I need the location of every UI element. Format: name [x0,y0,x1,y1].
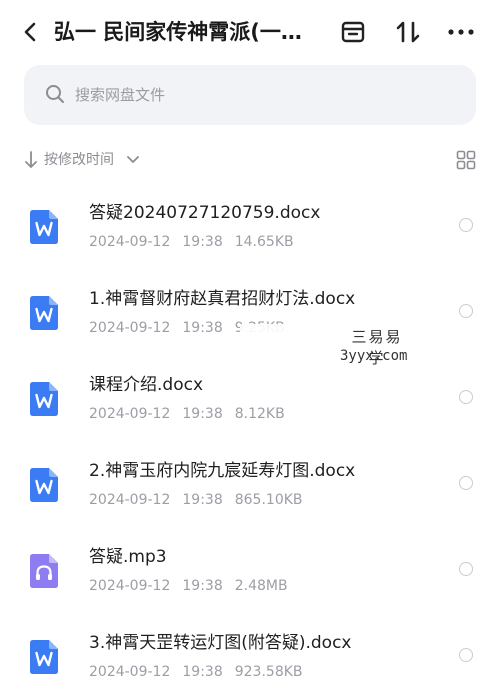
word-doc-icon [30,296,58,330]
chevron-down-icon[interactable] [125,152,141,168]
file-date: 2024-09-12 [89,578,171,594]
file-time: 19:38 [182,492,223,508]
sort-label[interactable]: 按修改时间 [44,149,114,171]
word-doc-icon [30,382,58,416]
search-icon [46,85,64,103]
file-meta: 2024-09-12 19:38 8.12KB [89,404,297,424]
file-time: 19:38 [182,234,223,250]
search-placeholder: 搜索网盘文件 [75,86,166,104]
file-size: 14.65KB [234,234,294,250]
file-name: 答疑.mp3 [89,547,167,567]
file-row[interactable]: 2.神霄玉府内院九宸延寿灯图.docx 2024-09-12 19:38 865.1… [0,436,500,522]
search-bar[interactable]: 搜索网盘文件 [24,65,476,125]
file-meta: 2024-09-12 19:38 923.58KB [89,662,315,682]
file-row[interactable]: 答疑.mp3 2024-09-12 19:38 2.48MB [0,522,500,608]
file-time: 19:38 [182,406,223,422]
watermark-url: 3yyx.com [340,348,408,364]
word-doc-icon [30,468,58,502]
file-name: 课程介绍.docx [89,375,204,395]
file-date: 2024-09-12 [89,320,171,336]
select-radio[interactable] [459,648,473,662]
file-date: 2024-09-12 [89,234,171,250]
file-date: 2024-09-12 [89,664,171,680]
word-doc-icon [30,210,58,244]
word-doc-icon [30,640,58,674]
arrow-down-icon[interactable] [24,150,38,170]
file-size: 865.10KB [234,492,303,508]
file-date: 2024-09-12 [89,406,171,422]
select-radio[interactable] [459,390,473,404]
select-radio[interactable] [459,218,473,232]
select-radio[interactable] [459,476,473,490]
select-radio[interactable] [459,562,473,576]
file-row[interactable]: 3.神霄天罡转运灯图(附答疑).docx 2024-09-12 19:38 923.… [0,608,500,694]
sort-bar: 按修改时间 [24,148,476,172]
file-date: 2024-09-12 [89,492,171,508]
audio-file-icon [30,554,58,588]
file-time: 19:38 [182,664,223,680]
archive-icon[interactable] [338,17,368,47]
page-title: 弘一 民间家传神霄派(一… [54,20,302,44]
file-name: 答疑20240727120759.docx [89,203,321,223]
file-meta: 2024-09-12 19:38 2.48MB [89,576,300,596]
file-name: 2.神霄玉府内院九宸延寿灯图.docx [89,461,356,481]
file-row[interactable]: 答疑20240727120759.docx 2024-09-12 19:38 14.… [0,178,500,264]
file-size: 2.48MB [234,578,288,594]
chevron-left-icon[interactable] [18,18,44,46]
file-name: 1.神霄督财府赵真君招财灯法.docx [89,289,356,309]
top-bar: 弘一 民间家传神霄派(一… [0,0,500,64]
select-radio[interactable] [459,304,473,318]
more-dots-icon[interactable] [446,17,476,47]
watermark: 三易易学 3yyx.com [240,324,410,374]
sort-arrows-icon[interactable] [393,17,423,47]
file-meta: 2024-09-12 19:38 14.65KB [89,232,306,252]
file-size: 923.58KB [234,664,303,680]
grid-view-icon[interactable] [456,150,476,170]
file-time: 19:38 [182,578,223,594]
file-size: 8.12KB [234,406,285,422]
file-name: 3.神霄天罡转运灯图(附答疑).docx [89,633,352,653]
file-time: 19:38 [182,320,223,336]
file-meta: 2024-09-12 19:38 865.10KB [89,490,315,510]
